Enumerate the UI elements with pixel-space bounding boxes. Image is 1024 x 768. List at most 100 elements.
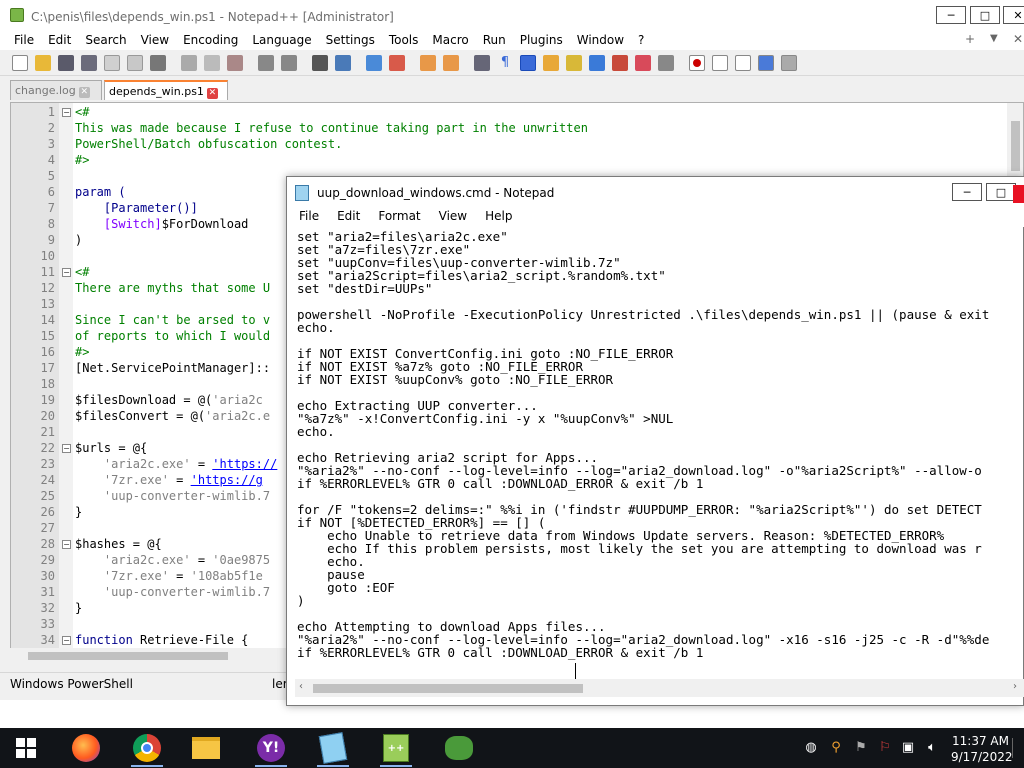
close-icon[interactable]: ✕ xyxy=(206,88,218,99)
folder-workspace-icon[interactable] xyxy=(612,55,628,71)
print-icon[interactable] xyxy=(150,55,166,71)
menu-macro[interactable]: Macro xyxy=(425,33,475,47)
sync-vertical-icon[interactable] xyxy=(420,55,436,71)
fold-toggle-icon[interactable]: − xyxy=(62,636,71,645)
redo-icon[interactable] xyxy=(281,55,297,71)
fold-toggle-icon[interactable]: − xyxy=(62,268,71,277)
fold-toggle-icon[interactable]: − xyxy=(62,444,71,453)
code-token: $filesConvert xyxy=(75,409,169,423)
line-number: 34 xyxy=(40,633,55,647)
word-wrap-icon[interactable] xyxy=(474,55,490,71)
firefox-icon[interactable] xyxy=(70,732,102,764)
gecko-icon[interactable] xyxy=(443,732,475,764)
indent-guide-icon[interactable] xyxy=(520,55,536,71)
menu-language[interactable]: Language xyxy=(245,33,318,47)
tab-change-log[interactable]: change.log ✕ xyxy=(10,80,102,100)
horizontal-scrollbar[interactable] xyxy=(10,648,290,664)
security-icon[interactable]: ⚑ xyxy=(853,740,869,756)
menu-edit[interactable]: Edit xyxy=(41,33,78,47)
play-multiple-icon[interactable] xyxy=(758,55,774,71)
stop-macro-icon[interactable] xyxy=(712,55,728,71)
fold-toggle-icon[interactable]: − xyxy=(62,540,71,549)
scroll-left-icon[interactable]: ‹ xyxy=(299,681,303,692)
zoom-out-icon[interactable] xyxy=(389,55,405,71)
fold-toggle-icon[interactable]: − xyxy=(62,108,71,117)
save-macro-icon[interactable] xyxy=(781,55,797,71)
scroll-thumb[interactable] xyxy=(313,684,583,693)
menu-settings[interactable]: Settings xyxy=(319,33,382,47)
close-doc-icon[interactable]: ✕ xyxy=(1006,32,1024,46)
notepad-plus-plus-icon[interactable]: ++ xyxy=(380,732,412,767)
menu-help[interactable]: Help xyxy=(473,209,518,223)
copy-icon[interactable] xyxy=(204,55,220,71)
menu-file[interactable]: File xyxy=(0,33,41,47)
code-token: } xyxy=(75,601,83,615)
replace-icon[interactable] xyxy=(335,55,351,71)
tab-depends-win[interactable]: depends_win.ps1 ✕ xyxy=(104,80,228,100)
close-button[interactable]: ✕ xyxy=(995,0,1024,30)
find-icon[interactable] xyxy=(312,55,328,71)
clock-time[interactable]: 11:37 AM xyxy=(952,734,1009,748)
func-list-icon[interactable] xyxy=(589,55,605,71)
menu-edit[interactable]: Edit xyxy=(325,209,366,223)
menu-search[interactable]: Search xyxy=(78,33,133,47)
save-icon[interactable] xyxy=(58,55,74,71)
close-file-icon[interactable] xyxy=(104,55,120,71)
cut-icon[interactable] xyxy=(181,55,197,71)
menu-run[interactable]: Run xyxy=(476,33,513,47)
new-file-icon[interactable] xyxy=(12,55,28,71)
doc-map-icon[interactable] xyxy=(566,55,582,71)
record-macro-icon[interactable] xyxy=(689,55,705,71)
menu-file[interactable]: File xyxy=(287,209,325,223)
close-all-icon[interactable] xyxy=(127,55,143,71)
new-tab-icon[interactable]: + xyxy=(958,32,982,46)
network-icon[interactable]: ▣ xyxy=(900,740,916,756)
close-icon[interactable]: ✕ xyxy=(78,87,90,98)
user-lang-icon[interactable] xyxy=(543,55,559,71)
line-number: 3 xyxy=(47,137,55,151)
monitoring-icon[interactable] xyxy=(635,55,651,71)
file-explorer-icon[interactable] xyxy=(190,732,222,764)
flag-icon[interactable]: ⚐ xyxy=(877,740,893,756)
menu-view[interactable]: View xyxy=(427,209,473,223)
menu-help[interactable]: ? xyxy=(631,33,651,47)
text-area[interactable]: set "aria2=files\aria2c.exe" set "a7z=fil… xyxy=(295,227,1024,679)
menu-window[interactable]: Window xyxy=(570,33,631,47)
code-token: This was made because I refuse to contin… xyxy=(75,121,588,135)
title-bar[interactable]: C:\penis\files\depends_win.ps1 - Notepad… xyxy=(0,0,1024,30)
save-all-icon[interactable] xyxy=(81,55,97,71)
start-button[interactable] xyxy=(10,732,42,764)
notepad-icon[interactable] xyxy=(317,732,349,767)
tab-list-icon[interactable]: ▼ xyxy=(983,33,1005,44)
menu-encoding[interactable]: Encoding xyxy=(176,33,245,47)
menu-tools[interactable]: Tools xyxy=(382,33,426,47)
notification-icon[interactable] xyxy=(1012,738,1022,758)
volume-icon[interactable]: 🔈︎ xyxy=(924,740,940,756)
code-token: = @( xyxy=(176,393,213,407)
line-number: 15 xyxy=(40,329,55,343)
paste-icon[interactable] xyxy=(227,55,243,71)
code-token: 'aria2c xyxy=(212,393,263,407)
horizontal-scrollbar[interactable]: ‹ › xyxy=(295,679,1024,697)
menu-view[interactable]: View xyxy=(134,33,176,47)
search-icon[interactable]: ⚲ xyxy=(828,740,844,756)
zoom-in-icon[interactable] xyxy=(366,55,382,71)
network-globe-icon[interactable]: ◍ xyxy=(803,740,819,756)
close-button[interactable] xyxy=(1013,185,1024,203)
line-number: 4 xyxy=(47,153,55,167)
sync-horizontal-icon[interactable] xyxy=(443,55,459,71)
chrome-icon[interactable] xyxy=(131,732,163,767)
clock-date[interactable]: 9/17/2022 xyxy=(951,750,1013,764)
menu-format[interactable]: Format xyxy=(366,209,426,223)
yahoo-messenger-icon[interactable]: Y! xyxy=(255,732,287,767)
undo-icon[interactable] xyxy=(258,55,274,71)
play-macro-icon[interactable] xyxy=(735,55,751,71)
code-token: '0ae9875 xyxy=(212,553,271,567)
code-line: 'uup-converter-wimlib.7 xyxy=(75,489,270,503)
vertical-scrollbar[interactable] xyxy=(1007,103,1023,179)
menu-plugins[interactable]: Plugins xyxy=(513,33,570,47)
show-all-chars-icon[interactable]: ¶ xyxy=(497,55,513,71)
scroll-right-icon[interactable]: › xyxy=(1013,681,1017,692)
open-file-icon[interactable] xyxy=(35,55,51,71)
eye-icon[interactable] xyxy=(658,55,674,71)
